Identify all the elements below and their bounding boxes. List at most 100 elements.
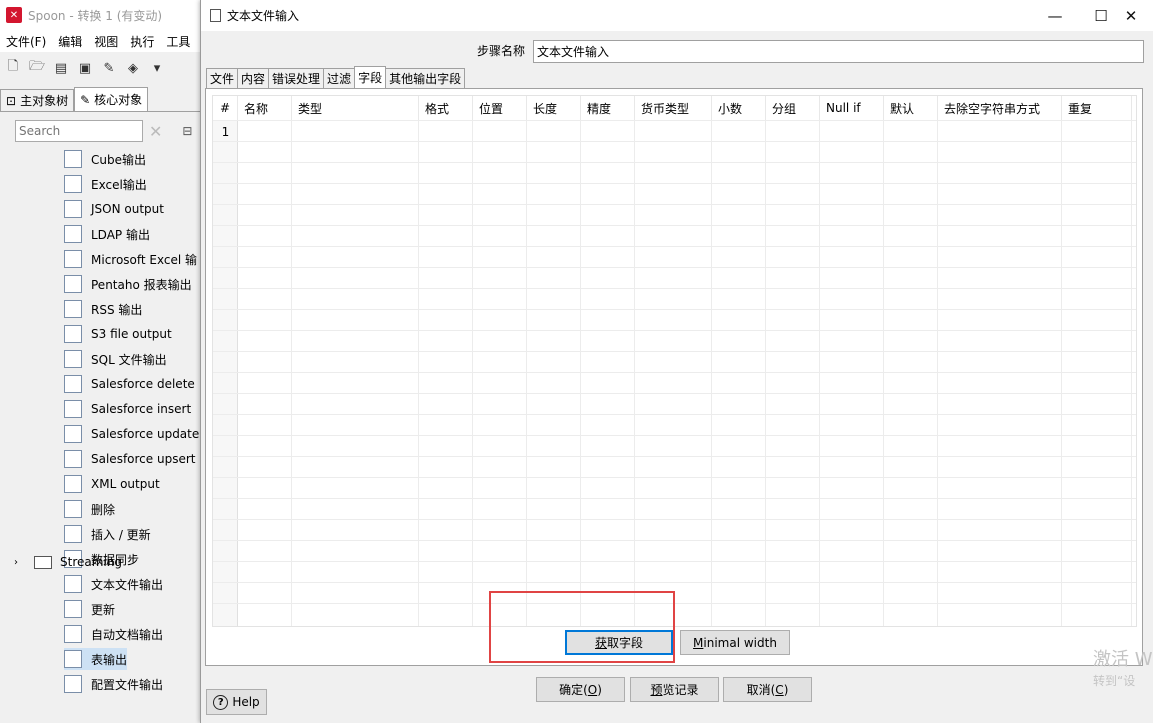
- layers-icon[interactable]: ◈: [123, 58, 143, 78]
- tab-error-handling[interactable]: 错误处理: [268, 68, 325, 88]
- new-file-icon[interactable]: 🗋: [3, 58, 23, 78]
- table-row[interactable]: [213, 393, 1136, 414]
- tree-item[interactable]: RSS 输出: [64, 298, 142, 320]
- tree-item[interactable]: Excel输出: [64, 173, 147, 195]
- table-row[interactable]: [213, 183, 1136, 204]
- table-row[interactable]: [213, 456, 1136, 477]
- table-row[interactable]: [213, 225, 1136, 246]
- cancel-suffix: ): [783, 682, 789, 697]
- help-button[interactable]: ? Help: [206, 689, 267, 715]
- column-header[interactable]: 精度: [581, 96, 635, 120]
- tree-item[interactable]: Salesforce update: [64, 423, 199, 445]
- tab-main-object-tree[interactable]: ⊡ 主对象树: [0, 89, 75, 111]
- table-row[interactable]: [213, 330, 1136, 351]
- tree-item[interactable]: 表输出: [64, 648, 128, 670]
- table-row[interactable]: [213, 372, 1136, 393]
- tree-item[interactable]: Salesforce insert: [64, 398, 191, 420]
- cancel-button[interactable]: 取消(C): [723, 677, 812, 702]
- clear-search-icon[interactable]: ✕: [149, 122, 162, 141]
- tree-item[interactable]: 配置文件输出: [64, 673, 163, 695]
- tree-item-label: RSS 输出: [91, 302, 143, 317]
- tree-item[interactable]: XML output: [64, 473, 160, 495]
- fields-table[interactable]: # 名称 类型 格式 位置 长度 精度 货币类型 小数 分组 Null if 默认 去除空字符串方式 重复…: [212, 95, 1137, 627]
- table-row[interactable]: [213, 414, 1136, 435]
- table-row[interactable]: [213, 309, 1136, 330]
- table-row[interactable]: [213, 582, 1136, 603]
- table-row[interactable]: [213, 288, 1136, 309]
- tab-file[interactable]: 文件: [206, 68, 239, 88]
- column-header[interactable]: 长度: [527, 96, 581, 120]
- collapse-icon[interactable]: ⊟: [182, 124, 192, 138]
- chevron-right-icon[interactable]: ›: [14, 557, 18, 568]
- table-row[interactable]: [213, 603, 1136, 624]
- menu-file[interactable]: 文件(F): [0, 33, 52, 50]
- close-icon[interactable]: ✕: [1108, 0, 1153, 31]
- table-row[interactable]: [213, 120, 1136, 141]
- tree-item[interactable]: 插入 / 更新: [64, 523, 151, 545]
- tab-filter[interactable]: 过滤: [323, 68, 356, 88]
- table-row[interactable]: [213, 561, 1136, 582]
- menu-run[interactable]: 执行: [124, 33, 160, 50]
- search-input[interactable]: [15, 120, 143, 142]
- tree-item-label: Excel输出: [91, 177, 147, 192]
- spoon-menu-bar: 文件(F) 编辑 视图 执行 工具: [0, 30, 205, 52]
- menu-tools[interactable]: 工具: [160, 33, 196, 50]
- table-row[interactable]: [213, 267, 1136, 288]
- table-row[interactable]: [213, 141, 1136, 162]
- column-header[interactable]: 分组: [766, 96, 820, 120]
- tree-item[interactable]: SQL 文件输出: [64, 348, 167, 370]
- tab-core-objects[interactable]: ✎ 核心对象: [74, 87, 149, 111]
- open-folder-icon[interactable]: 🗁: [27, 58, 47, 78]
- column-header[interactable]: 去除空字符串方式: [938, 96, 1062, 120]
- table-row[interactable]: [213, 498, 1136, 519]
- column-header[interactable]: 默认: [884, 96, 938, 120]
- column-header[interactable]: 名称: [238, 96, 292, 120]
- minimize-icon[interactable]: —: [1032, 0, 1078, 31]
- table-row[interactable]: [213, 435, 1136, 456]
- menu-edit[interactable]: 编辑: [52, 33, 88, 50]
- table-row[interactable]: [213, 477, 1136, 498]
- tree-item[interactable]: 删除: [64, 498, 115, 520]
- column-header[interactable]: Null if: [820, 96, 884, 120]
- tree-folder-streaming[interactable]: › Streaming: [14, 551, 122, 573]
- save-icon[interactable]: ▣: [75, 58, 95, 78]
- table-row[interactable]: [213, 519, 1136, 540]
- column-header[interactable]: 格式: [419, 96, 473, 120]
- tab-content[interactable]: 内容: [237, 68, 270, 88]
- tree-item[interactable]: Salesforce upsert: [64, 448, 195, 470]
- column-header[interactable]: 重复: [1062, 96, 1132, 120]
- column-header[interactable]: 位置: [473, 96, 527, 120]
- dropdown-arrow-icon[interactable]: ▾: [147, 58, 167, 78]
- tree-item-label: Salesforce upsert: [91, 452, 196, 466]
- tree-item[interactable]: 自动文档输出: [64, 623, 163, 645]
- minimal-width-button[interactable]: Minimal width: [680, 630, 790, 655]
- tree-item[interactable]: Cube输出: [64, 148, 146, 170]
- column-divider: [526, 120, 527, 626]
- get-fields-button[interactable]: 获取字段: [565, 630, 673, 655]
- column-header[interactable]: 小数: [712, 96, 766, 120]
- column-header[interactable]: 类型: [292, 96, 419, 120]
- step-name-input[interactable]: [533, 40, 1144, 63]
- menu-view[interactable]: 视图: [88, 33, 124, 50]
- tree-item[interactable]: Salesforce delete: [64, 373, 195, 395]
- table-row[interactable]: [213, 204, 1136, 225]
- table-row[interactable]: [213, 351, 1136, 372]
- explore-repo-icon[interactable]: ▤: [51, 58, 71, 78]
- tree-item[interactable]: 文本文件输出: [64, 573, 163, 595]
- preview-button[interactable]: 预览记录: [630, 677, 719, 702]
- tree-item[interactable]: LDAP 输出: [64, 223, 150, 245]
- table-row[interactable]: [213, 540, 1136, 561]
- column-header[interactable]: 货币类型: [635, 96, 712, 120]
- table-row[interactable]: [213, 246, 1136, 267]
- tree-item[interactable]: Microsoft Excel 输: [64, 248, 197, 270]
- ok-button[interactable]: 确定(O): [536, 677, 625, 702]
- table-row[interactable]: [213, 162, 1136, 183]
- column-header-index[interactable]: #: [213, 96, 238, 120]
- tab-additional-output-fields[interactable]: 其他输出字段: [385, 68, 466, 88]
- tree-item[interactable]: JSON output: [64, 198, 164, 220]
- save-as-icon[interactable]: ✎: [99, 58, 119, 78]
- tree-item[interactable]: 更新: [64, 598, 115, 620]
- tab-fields[interactable]: 字段: [354, 66, 387, 88]
- tree-item[interactable]: Pentaho 报表输出: [64, 273, 192, 295]
- tree-item[interactable]: S3 file output: [64, 323, 172, 345]
